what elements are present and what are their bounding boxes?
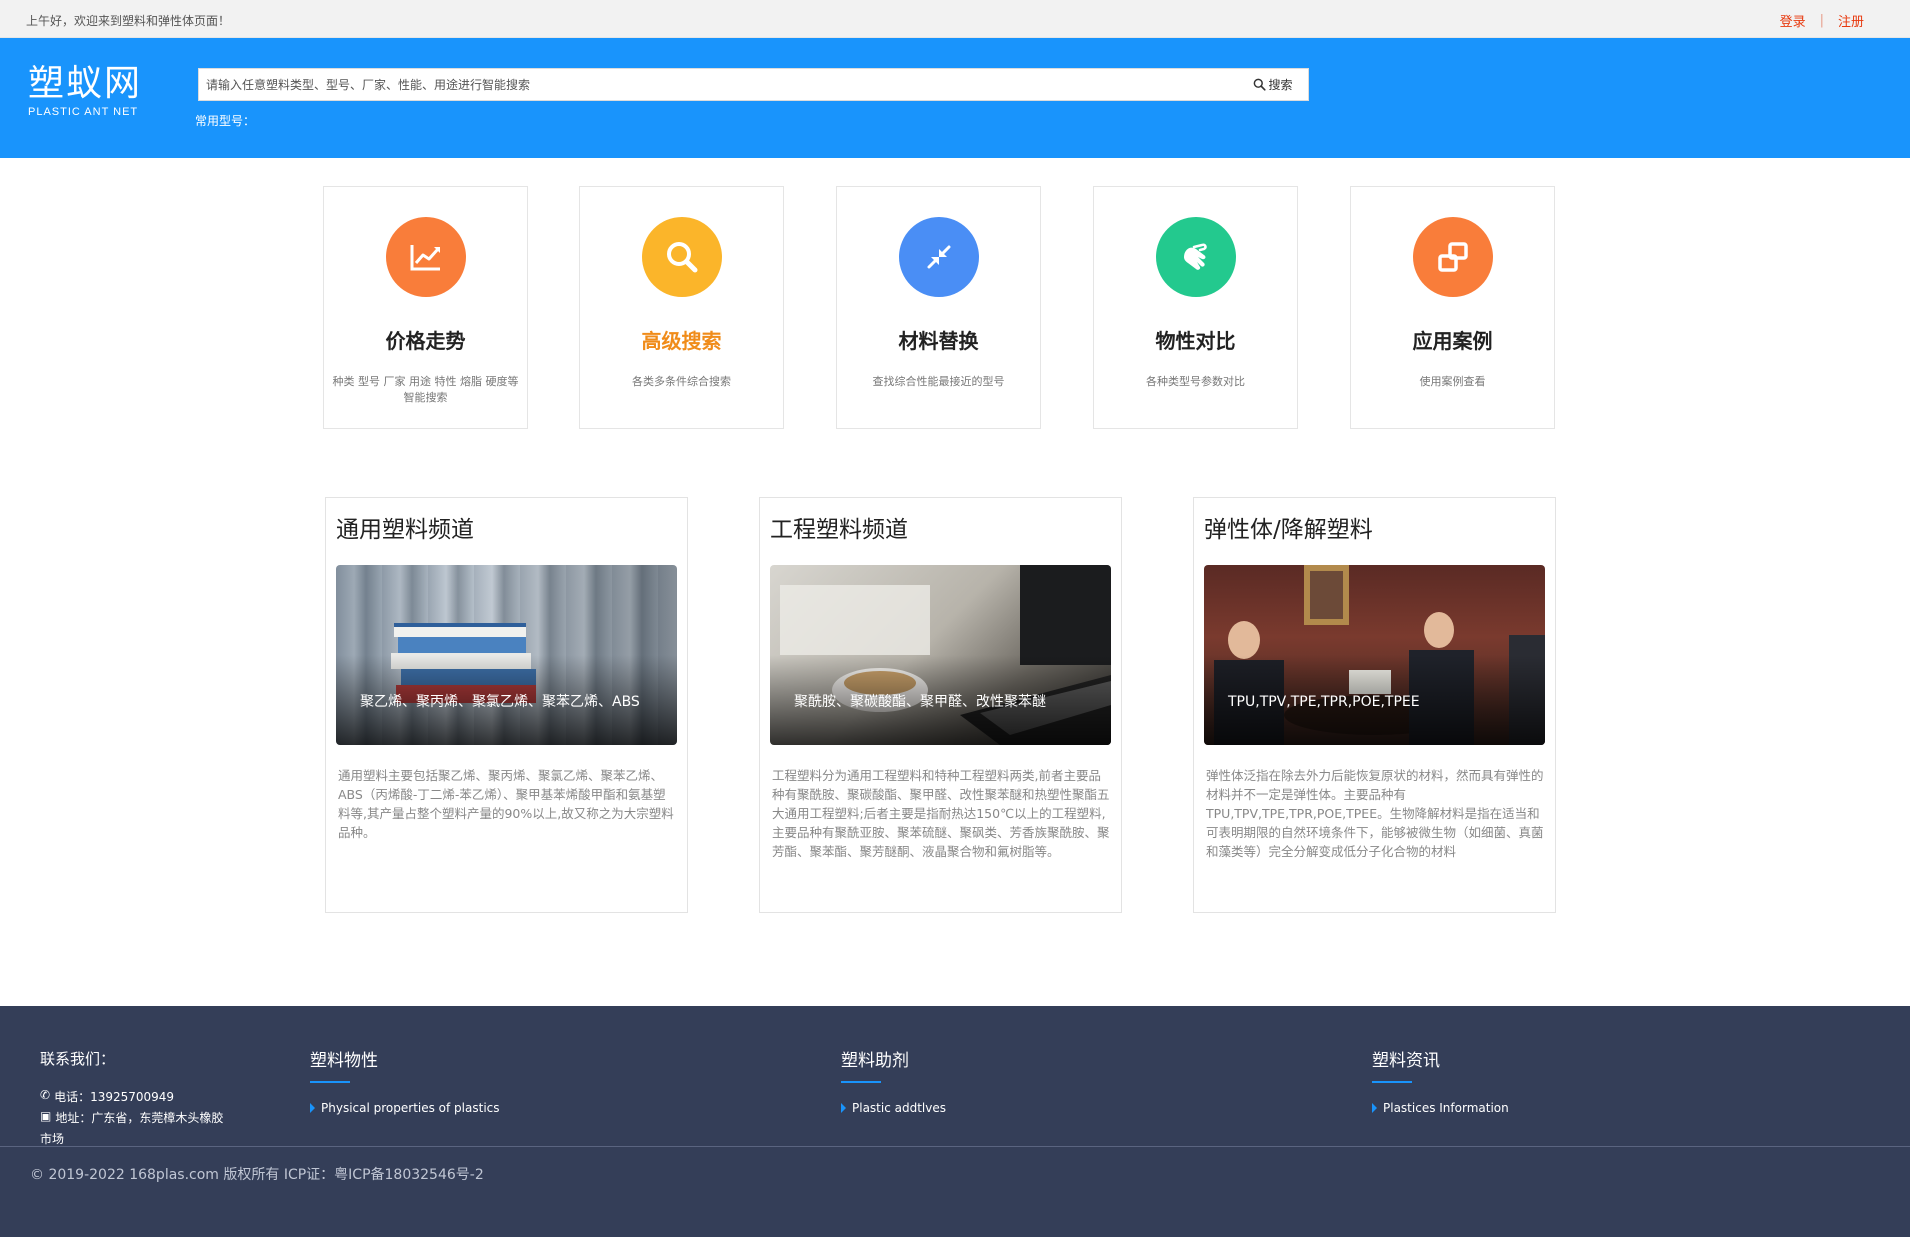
channel-card-elastomers[interactable]: 弹性体/降解塑料 TPU,TPV,TPE,TPR,POE,TPEE 弹性体泛指在…: [1193, 497, 1556, 913]
footer-col-title: 塑料助剂: [841, 1051, 909, 1071]
feature-card-property-compare[interactable]: 物性对比 各种类型号参数对比: [1093, 186, 1298, 429]
feature-desc: 查找综合性能最接近的型号: [872, 375, 1005, 388]
contact-phone: ✆ 电话：13925700949: [40, 1088, 174, 1105]
search-box: 搜索: [198, 68, 1309, 101]
search-icon: [666, 242, 697, 273]
feature-icon-circle: [1155, 217, 1236, 297]
auth-links: 登录 | 注册: [1780, 11, 1864, 30]
contact-address-cont: 市场: [40, 1130, 64, 1147]
channel-image-books[interactable]: 聚乙烯、聚丙烯、聚氯乙烯、聚苯乙烯、ABS: [336, 565, 677, 745]
address-text-cont: 市场: [40, 1132, 65, 1146]
feature-card-material-replace[interactable]: 材料替换 查找综合性能最接近的型号: [836, 186, 1041, 429]
feature-icon-circle: [641, 217, 722, 297]
chart-line-icon: [410, 245, 440, 271]
channel-desc: 通用塑料主要包括聚乙烯、聚丙烯、聚氯乙烯、聚苯乙烯、ABS（丙烯酸-丁二烯-苯乙…: [338, 768, 674, 840]
triangle-right-icon: [1372, 1103, 1377, 1113]
footer-col-underline: [841, 1081, 881, 1083]
footer-col-title: 塑料资讯: [1372, 1051, 1440, 1071]
channel-desc: 弹性体泛指在除去外力后能恢复原状的材料，然而具有弹性的材料并不一定是弹性体。主要…: [1206, 768, 1544, 859]
logo-text-en: PLASTIC ANT NET: [28, 106, 139, 118]
contact-address: ▣ 地址：广东省，东莞樟木头橡胶: [40, 1109, 223, 1126]
footer-link-text: Plastic addtlves: [852, 1101, 946, 1115]
login-link[interactable]: 登录: [1780, 11, 1806, 30]
footer-col-news: 塑料资讯 Plastices Information: [1372, 1046, 1509, 1115]
copyright-text: © 2019-2022 168plas.com 版权所有 ICP证：粤ICP备1…: [30, 1167, 484, 1183]
channel-desc: 工程塑料分为通用工程塑料和特种工程塑料两类,前者主要品种有聚酰胺、聚碳酸酯、聚甲…: [772, 768, 1110, 859]
search-button[interactable]: 搜索: [1238, 69, 1308, 100]
logo-text-cn: 塑蚁网: [28, 63, 143, 104]
channel-image-newspaper[interactable]: 聚酰胺、聚碳酸酯、聚甲醛、改性聚苯醚: [770, 565, 1111, 745]
feature-desc: 各种类型号参数对比: [1146, 375, 1245, 388]
compress-arrows-icon: [927, 245, 950, 269]
feature-title: 价格走势: [385, 329, 466, 353]
hands-icon: [1183, 243, 1207, 270]
footer-col-underline: [310, 1081, 350, 1083]
triangle-right-icon: [841, 1103, 846, 1113]
footer-link-physical-properties[interactable]: Physical properties of plastics: [310, 1101, 500, 1115]
feature-icon-circle: [385, 217, 466, 297]
triangle-right-icon: [310, 1103, 315, 1113]
channel-card-engineering-plastics[interactable]: 工程塑料频道 聚酰胺、聚碳酸酯、聚甲醛、改性聚苯醚 工程塑料分为通用工程塑料和特…: [759, 497, 1122, 913]
feature-desc: 各类多条件综合搜索: [632, 375, 731, 388]
auth-separator: |: [1819, 13, 1824, 28]
feature-title: 材料替换: [898, 329, 979, 353]
feature-desc: 种类 型号 厂家 用途 特性 熔脂 硬度等智能搜索: [332, 375, 519, 404]
footer-col-underline: [1372, 1081, 1412, 1083]
feature-card-advanced-search[interactable]: 高级搜索 各类多条件综合搜索: [579, 186, 784, 429]
footer-link-text: Plastices Information: [1383, 1101, 1509, 1115]
feature-card-application-cases[interactable]: 应用案例 使用案例查看: [1350, 186, 1555, 429]
footer: 联系我们： ✆ 电话：13925700949 ▣ 地址：广东省，东莞樟木头橡胶 …: [0, 1006, 1910, 1237]
footer-col-title: 塑料物性: [310, 1051, 378, 1071]
footer-divider: [0, 1146, 1910, 1147]
feature-desc: 使用案例查看: [1419, 375, 1486, 388]
footer-link-information[interactable]: Plastices Information: [1372, 1101, 1509, 1115]
address-text: 地址：广东省，东莞樟木头橡胶: [55, 1111, 224, 1125]
feature-title: 应用案例: [1412, 329, 1493, 353]
greeting-text: 上午好，欢迎来到塑料和弹性体页面！: [26, 14, 231, 28]
footer-link-text: Physical properties of plastics: [321, 1101, 500, 1115]
channel-image-caption: 聚乙烯、聚丙烯、聚氯乙烯、聚苯乙烯、ABS: [360, 694, 640, 710]
common-models-label: 常用型号：: [195, 114, 256, 128]
phone-text: 电话：13925700949: [54, 1090, 175, 1104]
top-bar: 上午好，欢迎来到塑料和弹性体页面！ 登录 | 注册: [0, 0, 1910, 38]
search-button-label: 搜索: [1268, 78, 1293, 92]
channel-image-caption: 聚酰胺、聚碳酸酯、聚甲醛、改性聚苯醚: [794, 694, 1046, 710]
channel-title: 工程塑料频道: [770, 517, 908, 543]
search-input[interactable]: [199, 69, 1238, 100]
clone-icon: [1437, 242, 1468, 272]
header: 塑蚁网 PLASTIC ANT NET 搜索 常用型号：: [0, 38, 1910, 158]
register-link[interactable]: 注册: [1838, 11, 1864, 30]
channel-title: 通用塑料频道: [336, 517, 474, 543]
feature-icon-circle: [1412, 217, 1493, 297]
feature-title: 物性对比: [1155, 329, 1236, 353]
footer-link-additives[interactable]: Plastic addtlves: [841, 1101, 946, 1115]
phone-icon: ✆: [40, 1088, 51, 1102]
channel-image-caption: TPU,TPV,TPE,TPR,POE,TPEE: [1228, 694, 1420, 710]
feature-icon-circle: [898, 217, 979, 297]
contact-title: 联系我们：: [40, 1050, 116, 1068]
site-logo[interactable]: 塑蚁网 PLASTIC ANT NET: [28, 63, 143, 119]
channel-image-interview[interactable]: TPU,TPV,TPE,TPR,POE,TPEE: [1204, 565, 1545, 745]
footer-col-additives: 塑料助剂 Plastic addtlves: [841, 1046, 946, 1115]
channel-title: 弹性体/降解塑料: [1204, 517, 1373, 543]
search-icon: [1254, 78, 1267, 91]
footer-col-properties: 塑料物性 Physical properties of plastics: [310, 1046, 500, 1115]
feature-title: 高级搜索: [641, 329, 722, 353]
location-icon: ▣: [40, 1109, 52, 1123]
feature-card-price-trend[interactable]: 价格走势 种类 型号 厂家 用途 特性 熔脂 硬度等智能搜索: [323, 186, 528, 429]
channel-card-general-plastics[interactable]: 通用塑料频道 聚乙烯、聚丙烯、聚氯乙烯、聚苯乙烯、ABS 通用塑料主要包括聚乙烯…: [325, 497, 688, 913]
